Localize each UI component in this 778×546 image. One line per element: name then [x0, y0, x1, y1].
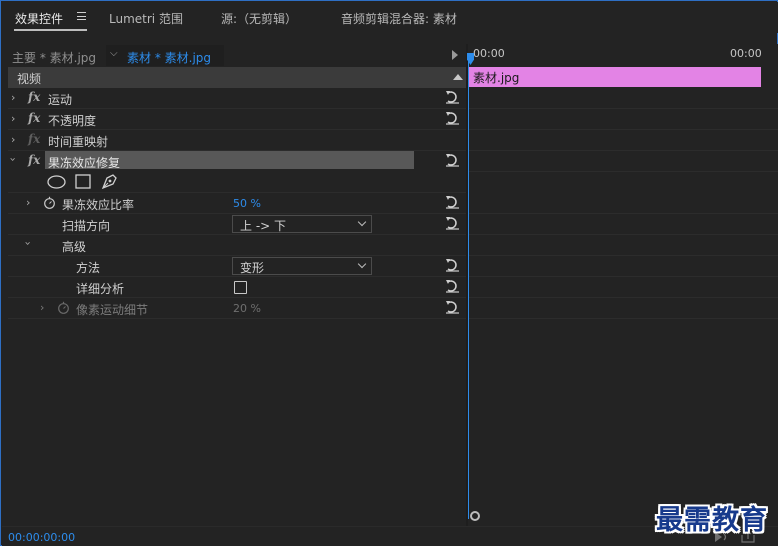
chevron-right-icon[interactable]: ›	[26, 196, 30, 209]
chevron-right-icon[interactable]: ›	[11, 112, 15, 125]
pen-mask-icon[interactable]	[101, 173, 119, 190]
tab-audio-clip-mixer[interactable]: 音频剪辑混合器: 素材	[341, 10, 457, 27]
timeline-row-divider	[468, 297, 778, 298]
panel-tab-bar: 效果控件 Lumetri 范围 源:（无剪辑） 音频剪辑混合器: 素材	[2, 2, 778, 33]
sequence-clip-label[interactable]: 素材 * 素材.jpg	[127, 49, 211, 66]
param-value-rolling-shutter-rate[interactable]: 50 %	[233, 197, 261, 210]
effect-label-opacity: 不透明度	[48, 114, 97, 128]
sequence-clip-selector[interactable]: ⌵ 素材 * 素材.jpg	[106, 45, 224, 66]
chevron-down-icon	[357, 217, 367, 227]
effect-label-motion: 运动	[48, 93, 73, 107]
reset-parameter-icon[interactable]	[445, 279, 460, 293]
fx-toggle-icon[interactable]: fx	[28, 90, 40, 104]
reset-parameter-icon[interactable]	[445, 90, 460, 104]
param-label-advanced: 高级	[62, 240, 87, 254]
effect-controls-panel: 效果控件 Lumetri 范围 源:（无剪辑） 音频剪辑混合器: 素材 主要 *…	[0, 0, 778, 546]
video-section-header[interactable]: 视频	[8, 67, 466, 88]
tab-source[interactable]: 源:（无剪辑）	[221, 10, 297, 27]
playhead-line[interactable]	[468, 53, 469, 519]
chevron-down-icon[interactable]: ›	[7, 157, 20, 161]
timeline-zoom-scrollbar[interactable]	[468, 511, 658, 521]
reset-parameter-icon[interactable]	[445, 111, 460, 125]
method-dropdown[interactable]: 变形	[232, 257, 372, 275]
param-group-advanced[interactable]: › 高级	[8, 235, 466, 256]
param-row-method[interactable]: 方法 变形	[8, 256, 466, 277]
param-row-pixel-motion-detail: › 像素运动细节 20 %	[8, 298, 466, 319]
chevron-right-icon[interactable]: ›	[11, 91, 15, 104]
effect-properties-pane: 主要 * 素材.jpg ⌵ 素材 * 素材.jpg 视频 › fx 运动 › f…	[2, 44, 466, 526]
reset-parameter-icon[interactable]	[445, 300, 460, 314]
timeline-row-divider	[468, 318, 778, 319]
stopwatch-icon[interactable]	[43, 196, 56, 209]
collapse-triangle-icon[interactable]	[453, 74, 463, 80]
tab-effect-controls[interactable]: 效果控件	[15, 10, 63, 27]
mask-tools-row	[8, 172, 466, 193]
timeline-row-divider	[468, 150, 778, 151]
effect-label-time-remapping: 时间重映射	[48, 135, 109, 149]
timeline-row-divider	[468, 255, 778, 256]
current-timecode[interactable]: 00:00:00:00	[8, 531, 75, 544]
fx-toggle-icon: fx	[28, 132, 41, 146]
timeline-row-divider	[468, 108, 778, 109]
timeline-row-divider	[468, 276, 778, 277]
effect-label-rolling-shutter: 果冻效应修复	[48, 156, 121, 170]
master-clip-label[interactable]: 主要 * 素材.jpg	[12, 49, 96, 66]
param-row-detailed-analysis[interactable]: 详细分析	[8, 277, 466, 298]
ellipse-mask-icon[interactable]	[47, 175, 66, 189]
effect-row-time-remapping[interactable]: › fx 时间重映射	[8, 130, 466, 151]
chevron-down-icon[interactable]: ›	[22, 241, 35, 245]
rectangle-mask-icon[interactable]	[75, 174, 91, 189]
chevron-right-icon[interactable]: ›	[11, 133, 15, 146]
scrollbar-handle[interactable]	[470, 511, 480, 521]
reset-parameter-icon[interactable]	[445, 216, 460, 230]
effect-row-opacity[interactable]: › fx 不透明度	[8, 109, 466, 130]
timeline-row-divider	[468, 171, 778, 172]
reset-parameter-icon[interactable]	[445, 195, 460, 209]
fx-toggle-icon[interactable]: fx	[28, 111, 40, 125]
reset-parameter-icon[interactable]	[445, 153, 460, 167]
active-tab-underline	[14, 29, 87, 31]
chevron-down-icon	[357, 259, 367, 269]
chevron-down-icon[interactable]: ⌵	[110, 48, 118, 59]
timeline-start-time: 00:00	[473, 47, 505, 60]
chevron-right-icon: ›	[40, 301, 45, 314]
video-section-label: 视频	[17, 72, 42, 86]
timeline-row-divider	[468, 213, 778, 214]
clip-selector-row: 主要 * 素材.jpg ⌵ 素材 * 素材.jpg	[2, 44, 466, 66]
param-value-pixel-motion-detail: 20 %	[233, 302, 261, 315]
timeline-end-time: 00:00	[730, 47, 762, 60]
timeline-row-divider	[468, 129, 778, 130]
timeline-clip-bar[interactable]: 素材.jpg	[469, 67, 761, 87]
scan-direction-dropdown[interactable]: 上 -> 下	[232, 215, 372, 233]
timeline-clip-name: 素材.jpg	[473, 71, 520, 85]
param-row-scan-direction[interactable]: 扫描方向 上 -> 下	[8, 214, 466, 235]
param-row-rolling-shutter-rate[interactable]: › 果冻效应比率 50 %	[8, 193, 466, 214]
param-label-scan-direction: 扫描方向	[62, 219, 111, 233]
method-value: 变形	[240, 261, 265, 275]
effect-row-rolling-shutter-repair[interactable]: › fx 果冻效应修复	[7, 151, 466, 172]
fx-toggle-icon[interactable]: fx	[28, 153, 40, 167]
effect-row-motion[interactable]: › fx 运动	[8, 88, 466, 109]
scan-direction-value: 上 -> 下	[240, 219, 287, 233]
play-only-audio-arrow-icon[interactable]	[452, 50, 458, 60]
param-label-rolling-shutter-rate: 果冻效应比率	[62, 198, 135, 212]
param-label-detailed-analysis: 详细分析	[76, 282, 125, 296]
panel-menu-icon[interactable]	[77, 12, 86, 20]
stopwatch-icon	[58, 301, 69, 314]
reset-parameter-icon[interactable]	[445, 258, 460, 272]
mini-timeline[interactable]: 00:00 00:00 素材.jpg	[467, 44, 778, 526]
param-label-method: 方法	[76, 261, 101, 275]
timeline-row-divider	[468, 234, 778, 235]
watermark-logo: 最需教育	[656, 505, 768, 536]
tab-lumetri-scopes[interactable]: Lumetri 范围	[109, 10, 183, 27]
detailed-analysis-checkbox[interactable]	[234, 281, 247, 294]
param-label-pixel-motion-detail: 像素运动细节	[76, 303, 149, 317]
